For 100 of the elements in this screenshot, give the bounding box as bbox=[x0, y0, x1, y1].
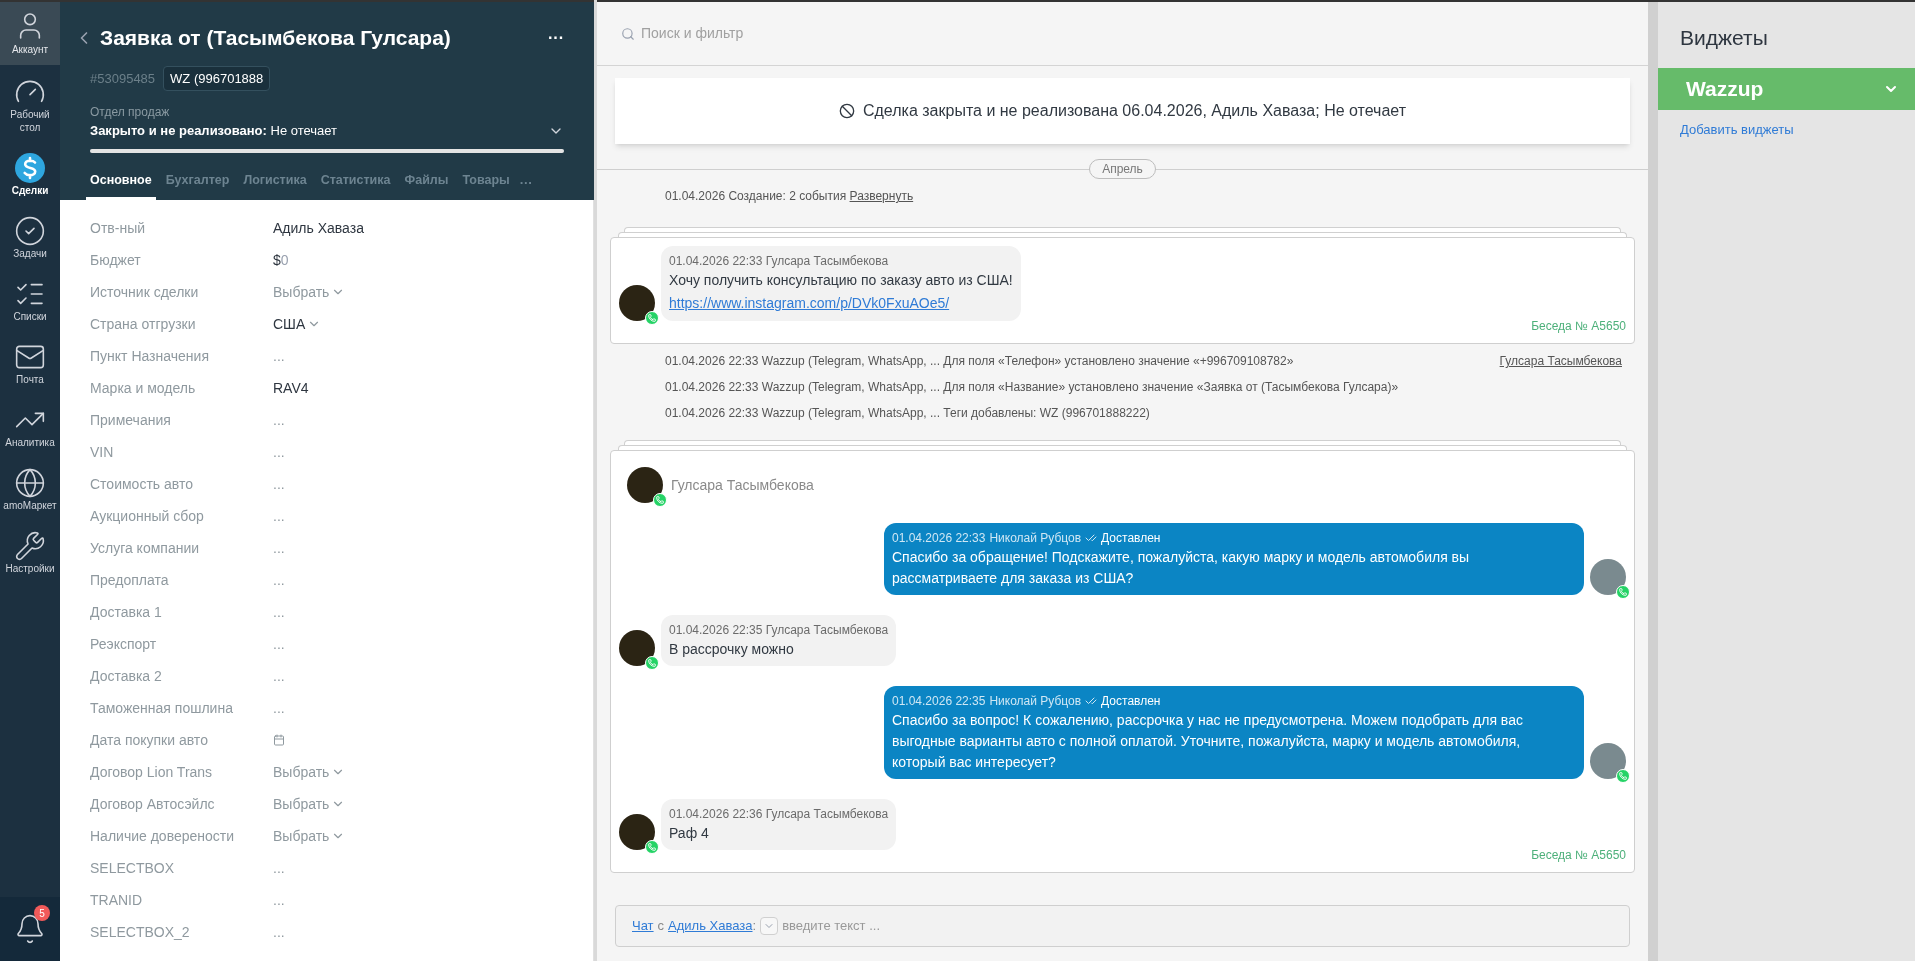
search-input[interactable]: Поиск и фильтр bbox=[641, 23, 822, 44]
field-label: Стоимость авто bbox=[90, 474, 194, 494]
field-label: Реэкспорт bbox=[90, 634, 158, 654]
author-link[interactable]: Гулсара Тасымбекова bbox=[1499, 352, 1622, 370]
delivery-status: Доставлен bbox=[1101, 693, 1161, 710]
message-text: Раф 4 bbox=[669, 824, 710, 843]
field-value[interactable]: ... bbox=[273, 665, 285, 687]
field-value[interactable]: Адиль Хаваза bbox=[273, 217, 364, 239]
tab[interactable]: Бухгалтер bbox=[161, 170, 234, 201]
select-dropdown[interactable]: Выбрать bbox=[273, 281, 346, 303]
field-label: SELECTBOX_2 bbox=[90, 922, 191, 942]
avatar bbox=[627, 467, 663, 503]
avatar bbox=[1590, 743, 1626, 779]
field-label: Марка и модель bbox=[90, 378, 197, 398]
colon-label: : bbox=[752, 917, 757, 936]
check-circle-icon bbox=[14, 215, 46, 247]
chat-composer[interactable]: Чат с Адиль Хаваза: введите текст ... bbox=[615, 905, 1630, 947]
field-value[interactable]: ... bbox=[273, 921, 285, 943]
prohibited-icon bbox=[838, 103, 855, 119]
field-value[interactable]: ... bbox=[273, 697, 285, 719]
budget-value[interactable]: $0 bbox=[273, 249, 289, 271]
select-dropdown[interactable]: Выбрать bbox=[273, 761, 346, 783]
closed-deal-text: Сделка закрыта и не реализована 06.04.2026, Адиль Хаваза; Не отечает bbox=[862, 101, 1407, 121]
field-label: Наличие доверености bbox=[90, 826, 236, 846]
expand-link[interactable]: Развернуть bbox=[849, 189, 914, 203]
field-value[interactable]: ... bbox=[273, 857, 285, 879]
field-value[interactable]: ... bbox=[273, 473, 285, 495]
field-value[interactable]: ... bbox=[273, 409, 285, 431]
more-tabs-button[interactable]: ··· bbox=[519, 172, 533, 201]
field-label: Источник сделки bbox=[90, 282, 200, 302]
nav-item[interactable]: Почта bbox=[0, 334, 60, 393]
select-dropdown[interactable]: США bbox=[273, 313, 322, 335]
account-nav-item[interactable]: Аккаунт bbox=[0, 2, 60, 65]
field-value[interactable]: ... bbox=[273, 505, 285, 527]
field-label: Доставка 1 bbox=[90, 602, 163, 622]
tab[interactable]: Основное bbox=[86, 170, 156, 201]
field-label: Отв-ный bbox=[90, 218, 146, 238]
with-label: с bbox=[657, 917, 665, 936]
select-dropdown[interactable]: Выбрать bbox=[273, 825, 346, 847]
field-value[interactable]: RAV4 bbox=[273, 377, 309, 399]
conversation-number: Беседа № A5650 bbox=[1531, 318, 1626, 335]
message-input[interactable]: введите текст ... bbox=[782, 916, 1613, 936]
message-text: В рассрочку можно bbox=[669, 640, 795, 659]
nav-item[interactable]: amoМаркет bbox=[0, 460, 60, 519]
tab[interactable]: Логистика bbox=[239, 170, 311, 201]
nav-item[interactable]: Рабочий стол bbox=[0, 69, 60, 141]
field-value[interactable]: ... bbox=[273, 569, 285, 591]
widget-header[interactable]: Wazzup bbox=[1658, 67, 1915, 110]
add-widgets-link[interactable]: Добавить виджеты bbox=[1658, 119, 1915, 139]
message-time: 01.04.2026 22:35 bbox=[892, 693, 986, 710]
phone-badge-icon bbox=[1616, 769, 1630, 783]
tab[interactable]: Файлы bbox=[400, 170, 453, 201]
nav-item[interactable]: Сделки bbox=[0, 145, 60, 204]
field-label: Аукционный сбор bbox=[90, 506, 205, 526]
widgets-title: Виджеты bbox=[1679, 25, 1769, 51]
field-label: Таможенная пошлина bbox=[90, 698, 234, 718]
pipeline-name: Отдел продаж bbox=[90, 104, 171, 121]
field-value[interactable]: ... bbox=[273, 889, 285, 911]
event-text: 01.04.2026 22:33 Wazzup (Telegram, WhatsApp, ... Теги добавлены: WZ (996701888222) bbox=[665, 405, 1150, 422]
message-meta: 01.04.2026 22:36 Гулсара Тасымбекова bbox=[669, 806, 889, 823]
field-label: Бюджет bbox=[90, 250, 142, 270]
lead-id: #53095485 bbox=[90, 69, 156, 88]
phone-badge-icon bbox=[645, 656, 659, 670]
message-text: Спасибо за обращение! Подскажите, пожалуйста, какую марку и модель автомобиля вы рассматриваете для заказа из США? bbox=[892, 548, 1471, 588]
wrench-icon bbox=[14, 530, 46, 562]
field-value[interactable]: ... bbox=[273, 345, 285, 367]
tab[interactable]: Статистика bbox=[316, 170, 395, 201]
notification-count: 5 bbox=[34, 905, 50, 921]
nav-item[interactable]: Настройки bbox=[0, 523, 60, 582]
nav-item[interactable]: Аналитика bbox=[0, 397, 60, 456]
tag[interactable]: WZ (996701888 bbox=[163, 65, 271, 91]
more-button[interactable]: ··· bbox=[548, 25, 564, 50]
event-text: 01.04.2026 22:33 Wazzup (Telegram, WhatsApp, ... Для поля «Телефон» установлено значение «+996709108782» bbox=[665, 353, 1294, 370]
field-value[interactable]: ... bbox=[273, 601, 285, 623]
field-label: TRANID bbox=[90, 890, 144, 910]
recipient-link[interactable]: Адиль Хаваза bbox=[668, 916, 753, 936]
field-label: Договор Lion Trans bbox=[90, 762, 214, 782]
message-meta: 01.04.2026 22:35 Гулсара Тасымбекова bbox=[669, 622, 889, 639]
field-label: VIN bbox=[90, 442, 115, 462]
field-value[interactable]: ... bbox=[273, 537, 285, 559]
event-text: 01.04.2026 22:33 Wazzup (Telegram, WhatsApp, ... Для поля «Название» установлено значение «Заявка от (Тасымбекова Гулсара)» bbox=[665, 379, 1399, 396]
chat-link[interactable]: Чат bbox=[632, 916, 654, 936]
message-text: Спасибо за вопрос! К сожалению, рассрочка у нас не предусмотрена. Можем подобрать для вас выгодные варианты авто с полной оплатой. Уточните, пожалуйста, марку и модель автомобиля, который вас интересует? bbox=[892, 711, 1524, 772]
message-author: Николай Рубцов bbox=[989, 530, 1082, 547]
field-value[interactable]: ... bbox=[273, 441, 285, 463]
calendar-icon[interactable] bbox=[273, 734, 285, 747]
phone-badge-icon bbox=[1616, 585, 1630, 599]
contact-name: Гулсара Тасымбекова bbox=[671, 475, 814, 495]
select-dropdown[interactable]: Выбрать bbox=[273, 793, 346, 815]
status-select[interactable]: Закрыто и не реализовано: Не отечает bbox=[90, 121, 564, 141]
nav-item[interactable]: Задачи bbox=[0, 208, 60, 267]
message-link[interactable]: https://www.instagram.com/p/DVk0FxuAOe5/ bbox=[669, 295, 950, 311]
field-label: SELECTBOX bbox=[90, 858, 176, 878]
tab[interactable]: Товары bbox=[458, 170, 514, 201]
field-label: Доставка 2 bbox=[90, 666, 163, 686]
nav-item[interactable]: Списки bbox=[0, 271, 60, 330]
field-value[interactable]: ... bbox=[273, 633, 285, 655]
search-field[interactable]: Поиск и фильтр bbox=[597, 2, 1648, 66]
field-label: Пункт Назначения bbox=[90, 346, 210, 366]
creation-summary: 01.04.2026 Создание: 2 события Развернуть bbox=[664, 188, 915, 205]
